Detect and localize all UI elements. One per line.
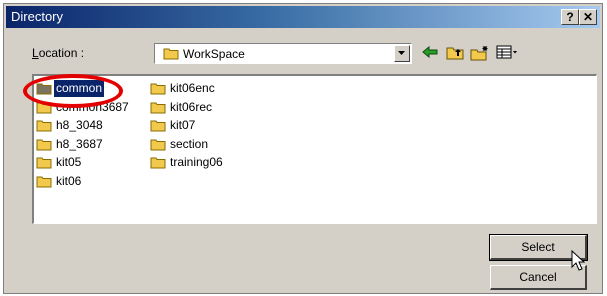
close-button[interactable]: ✕ [579, 9, 597, 25]
folder-icon [150, 139, 166, 150]
folder-name: h8_3687 [56, 136, 103, 151]
folder-name: h8_3048 [56, 118, 103, 132]
folder-name: kit05 [56, 155, 82, 169]
dropdown-arrow-button[interactable] [394, 45, 410, 62]
folder-name: kit06 [56, 173, 82, 188]
folder-icon [36, 157, 52, 169]
window-title: Directory [11, 9, 64, 24]
folder-name: section [170, 136, 209, 151]
folder-icon [36, 176, 52, 187]
folder-icon [36, 139, 52, 150]
help-button[interactable]: ? [561, 9, 579, 25]
folder-name: kit07 [170, 118, 196, 132]
folder-name: kit06rec [170, 99, 213, 114]
location-dropdown[interactable]: WorkSpace [154, 43, 412, 64]
up-folder-button[interactable] [444, 42, 466, 64]
title-bar[interactable]: Directory ? ✕ [6, 6, 600, 28]
annotation-circle [23, 74, 123, 108]
back-arrow-icon [422, 45, 438, 59]
chevron-down-icon [398, 51, 405, 55]
folder-icon [150, 83, 166, 95]
location-value: WorkSpace [183, 47, 245, 61]
directory-dialog: Directory ? ✕ Location : WorkSpace commo… [3, 3, 603, 294]
view-menu-button[interactable] [494, 42, 517, 64]
folder-name: kit06enc [170, 81, 215, 95]
up-folder-icon [446, 47, 464, 60]
folder-icon [150, 120, 166, 132]
location-label: Location : [32, 46, 85, 60]
back-button[interactable] [420, 42, 442, 64]
new-folder-icon [470, 46, 488, 61]
folder-name: training06 [170, 155, 223, 169]
new-folder-button[interactable] [468, 42, 490, 64]
folder-icon [36, 120, 52, 132]
folder-icon [150, 102, 166, 113]
folder-icon [150, 157, 166, 169]
view-menu-icon [496, 45, 517, 59]
folder-icon [163, 48, 179, 60]
mouse-pointer-icon [571, 250, 585, 271]
